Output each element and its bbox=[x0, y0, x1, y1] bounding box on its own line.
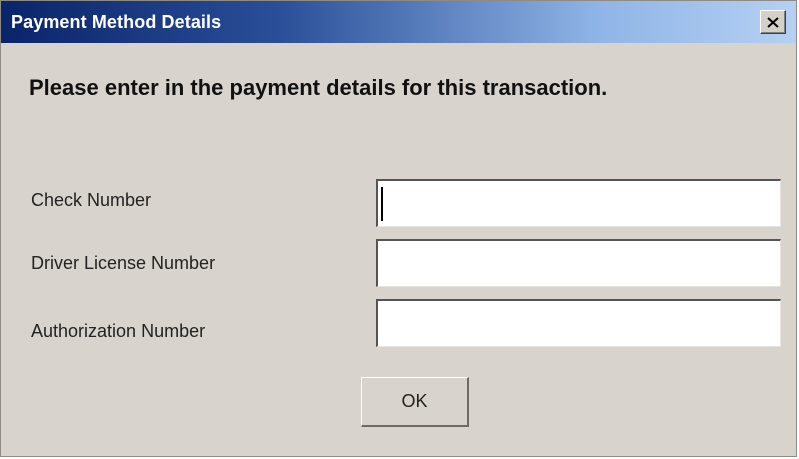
authorization-number-label: Authorization Number bbox=[31, 321, 206, 341]
close-icon bbox=[767, 16, 779, 28]
instructions-heading: Please enter in the payment details for … bbox=[29, 75, 608, 100]
driver-license-number-field[interactable] bbox=[376, 239, 781, 287]
ok-button[interactable]: OK bbox=[361, 377, 469, 427]
ok-button-label: OK bbox=[401, 391, 428, 411]
check-number-field[interactable] bbox=[376, 179, 781, 227]
authorization-number-field[interactable] bbox=[376, 299, 781, 347]
title-bar[interactable]: Payment Method Details bbox=[1, 1, 796, 43]
text-caret bbox=[381, 187, 383, 221]
close-button[interactable] bbox=[760, 10, 786, 34]
payment-method-dialog: Payment Method Details Please enter in t… bbox=[0, 0, 797, 457]
check-number-label: Check Number bbox=[31, 190, 152, 210]
window-title: Payment Method Details bbox=[11, 11, 222, 32]
driver-license-number-label: Driver License Number bbox=[31, 253, 216, 273]
